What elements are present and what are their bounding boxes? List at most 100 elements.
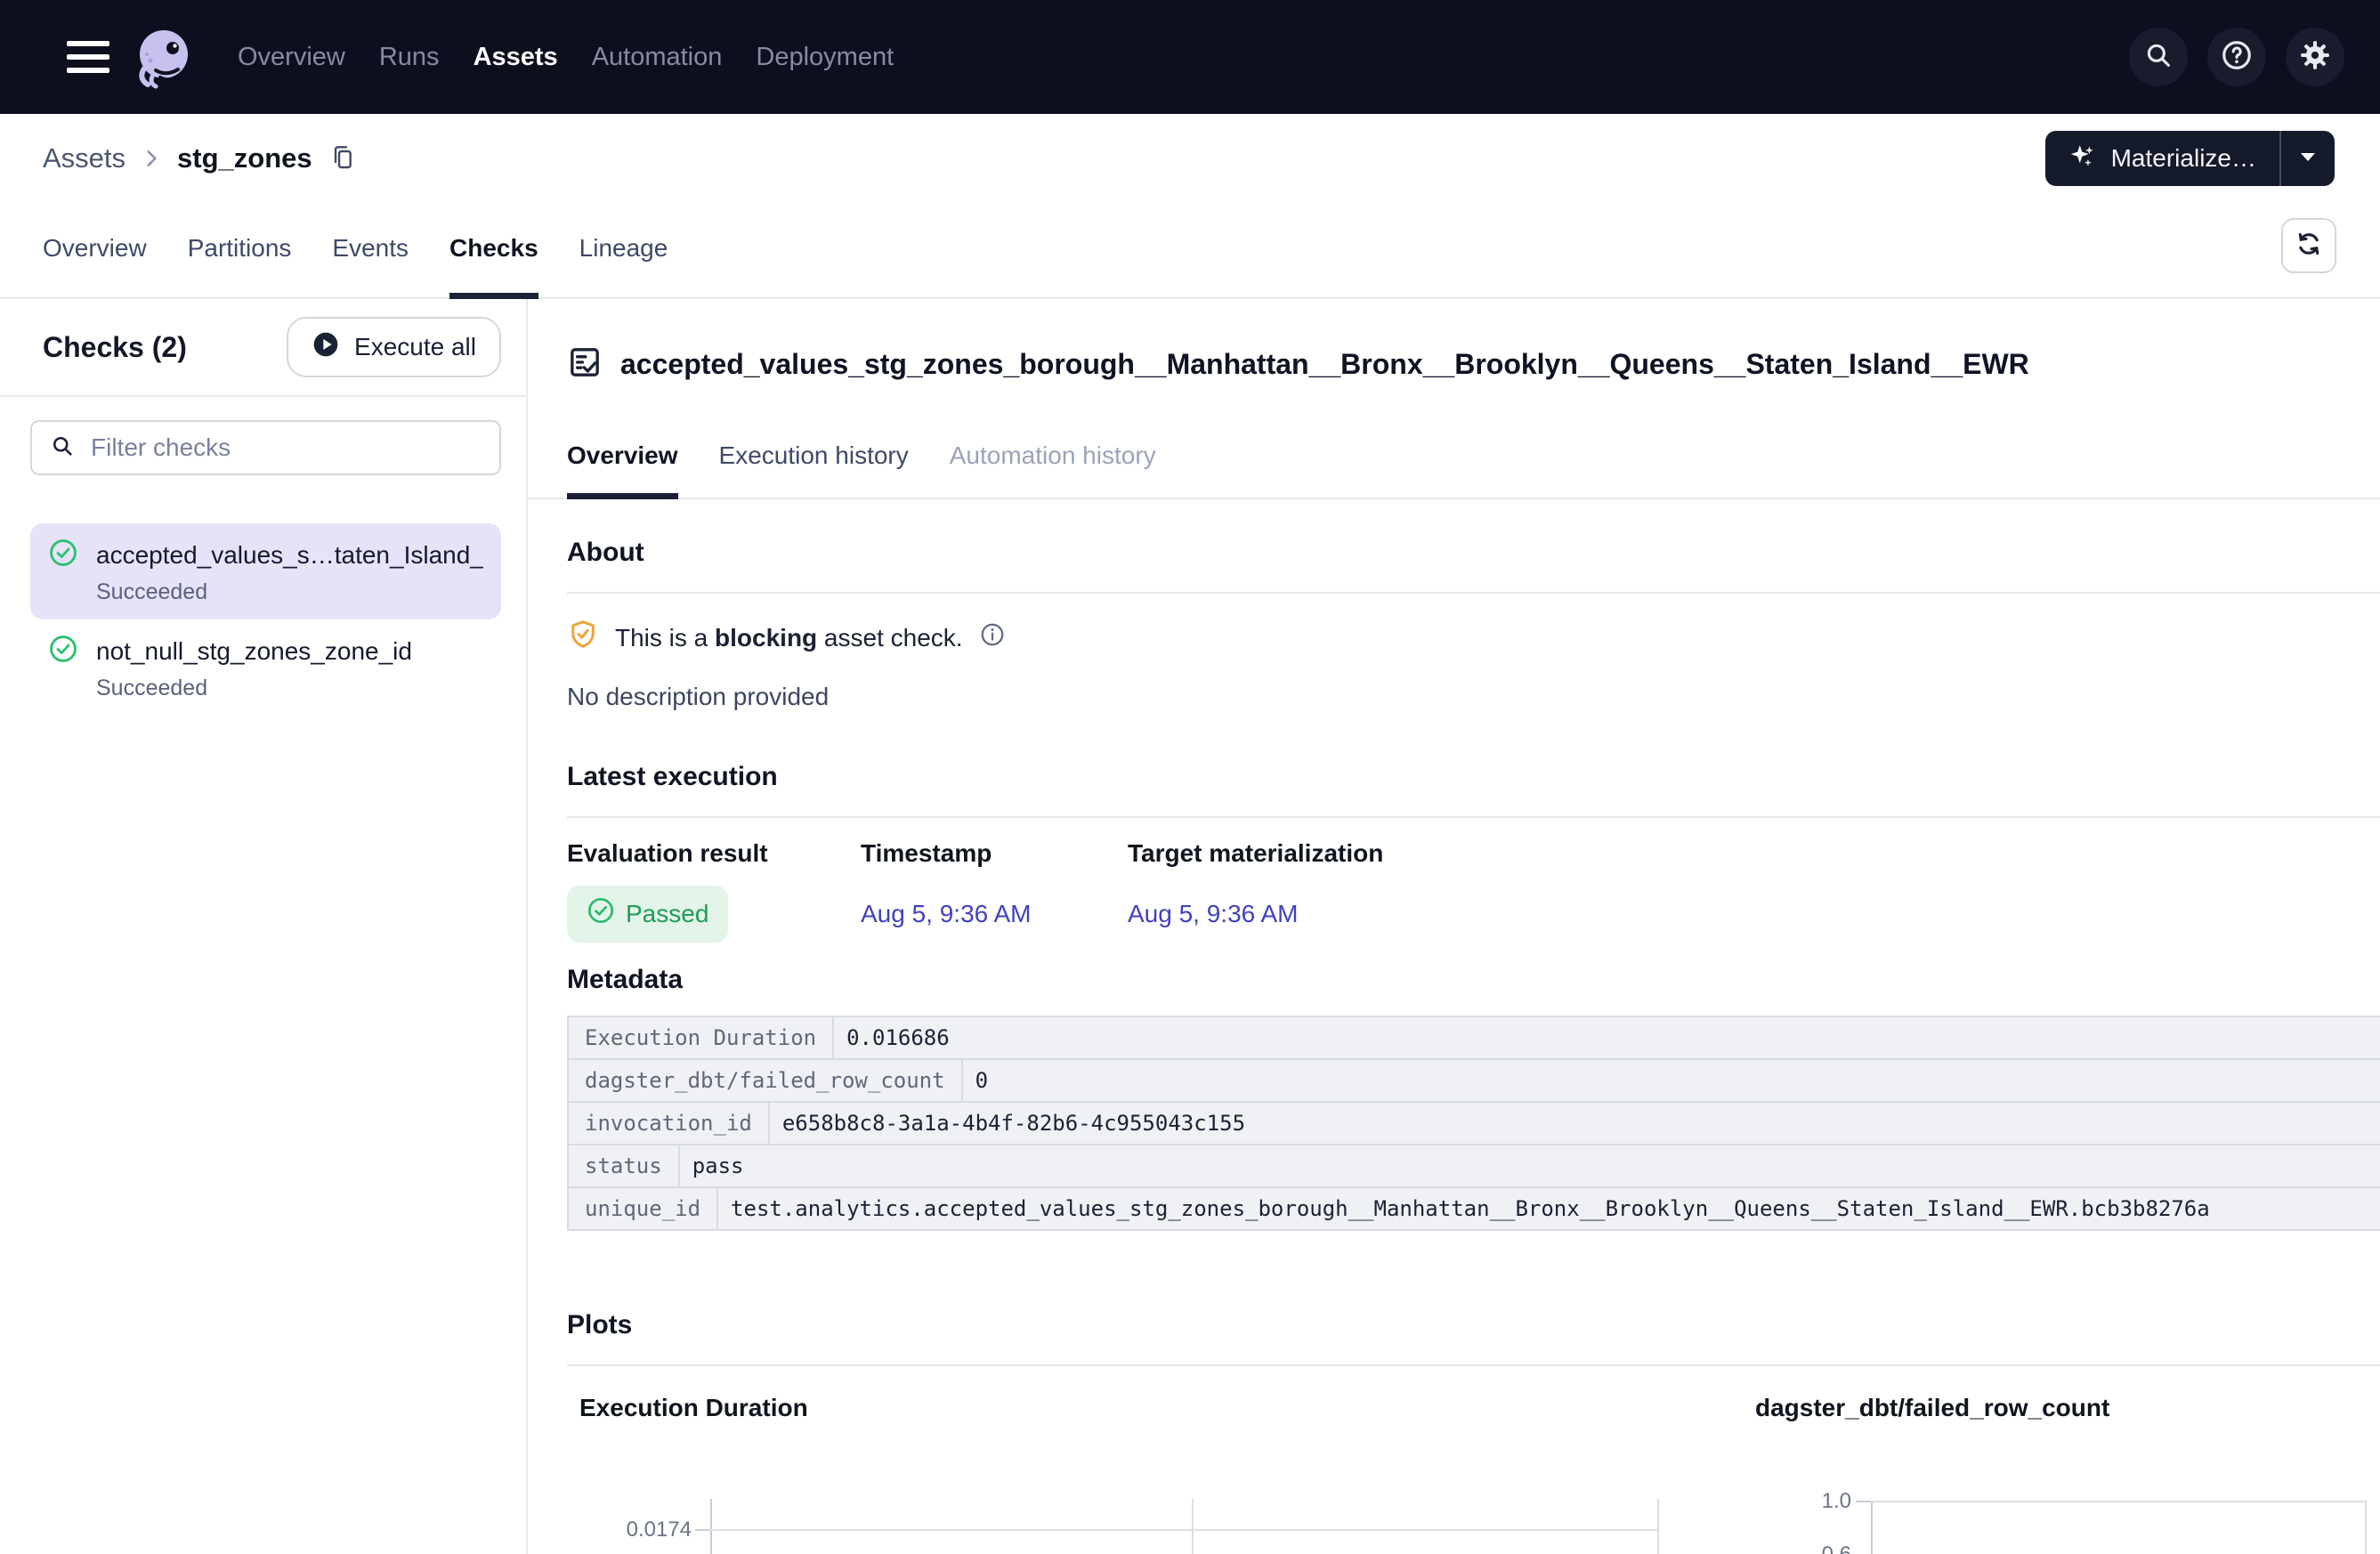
latest-execution-grid: Evaluation result Timestamp Target mater… [567, 839, 2380, 943]
asset-check-icon [567, 344, 603, 384]
chart-plot-area: 0.0174 [567, 1499, 1721, 1554]
column-header-target-materialization: Target materialization [1128, 839, 2380, 868]
target-materialization-link[interactable]: Aug 5, 9:36 AM [1128, 900, 2380, 928]
search-button[interactable] [2129, 28, 2188, 86]
materialize-button-label: Materialize… [2111, 144, 2256, 173]
refresh-button[interactable] [2281, 218, 2336, 273]
metadata-value: e658b8c8-3a1a-4b4f-82b6-4c955043c155 [770, 1103, 2380, 1144]
dagster-logo-icon[interactable] [131, 24, 197, 90]
breadcrumb-bar: Assets stg_zones [0, 114, 2380, 203]
tab-events[interactable]: Events [332, 203, 409, 299]
materialize-button[interactable]: Materialize… [2045, 131, 2279, 186]
refresh-icon [2294, 229, 2324, 263]
check-tab-overview[interactable]: Overview [567, 422, 678, 499]
content-area: Checks (2) Execute all [0, 299, 2380, 1554]
chevron-right-icon [140, 147, 163, 170]
tab-overview[interactable]: Overview [43, 203, 147, 299]
blocking-text: This is a blocking asset check. [615, 624, 963, 652]
list-item-accepted-values-check[interactable]: accepted_values_s…taten_Island_ Succeede… [30, 523, 501, 619]
checks-sidebar: Checks (2) Execute all [0, 299, 528, 1554]
latest-execution-heading: Latest execution [567, 761, 2380, 793]
y-axis-tick [695, 1529, 710, 1531]
dagster-app: Overview Runs Assets Automation Deployme… [0, 0, 2380, 1554]
gear-icon [2298, 38, 2332, 77]
metadata-value: 0 [963, 1060, 2380, 1101]
materialize-dropdown-button[interactable] [2281, 131, 2335, 186]
chart-plot-area: 1.0 0.6 [1743, 1499, 2380, 1554]
y-axis-tick-label: 1.0 [1743, 1488, 1851, 1515]
gridline [710, 1529, 1657, 1531]
help-icon [2220, 38, 2254, 77]
play-circle-icon [312, 330, 340, 365]
check-success-icon [48, 634, 78, 668]
asset-tab-bar: Overview Partitions Events Checks Lineag… [0, 203, 2380, 299]
copy-icon [328, 142, 357, 175]
list-item-not-null-check[interactable]: not_null_stg_zones_zone_id Succeeded [30, 619, 501, 716]
table-row: status pass [569, 1145, 2380, 1188]
check-success-icon [48, 538, 78, 572]
plots-heading: Plots [567, 1309, 2380, 1341]
nav-item-automation[interactable]: Automation [590, 37, 725, 77]
metadata-value: test.analytics.accepted_values_stg_zones… [718, 1188, 2380, 1229]
timestamp-link[interactable]: Aug 5, 9:36 AM [861, 900, 1128, 928]
column-header-timestamp: Timestamp [861, 839, 1128, 868]
gridline [1871, 1501, 2365, 1502]
hamburger-menu-icon[interactable] [67, 41, 109, 73]
tab-checks[interactable]: Checks [449, 203, 538, 299]
filter-checks-box [30, 420, 501, 475]
check-item-status: Succeeded [96, 579, 483, 605]
y-axis-line [710, 1499, 712, 1554]
failed-row-count-chart: dagster_dbt/failed_row_count 1.0 0.6 [1743, 1393, 2380, 1554]
checks-sidebar-body: accepted_values_s…taten_Island_ Succeede… [0, 397, 526, 716]
tab-lineage[interactable]: Lineage [579, 203, 668, 299]
metadata-value: 0.016686 [834, 1017, 2380, 1058]
check-item-status: Succeeded [96, 676, 483, 701]
section-divider [567, 1364, 2380, 1366]
help-button[interactable] [2207, 28, 2266, 86]
shield-check-icon [567, 619, 599, 657]
chart-title: Execution Duration [579, 1393, 1721, 1423]
metadata-key: status [569, 1145, 680, 1186]
check-tab-automation-history: Automation history [950, 422, 1156, 499]
passed-label: Passed [626, 900, 708, 928]
table-row: dagster_dbt/failed_row_count 0 [569, 1060, 2380, 1103]
search-icon [2143, 40, 2174, 75]
nav-item-runs[interactable]: Runs [377, 37, 441, 77]
execution-duration-chart: Execution Duration 0.0174 [567, 1393, 1721, 1554]
gridline [1192, 1499, 1194, 1554]
breadcrumb-assets-link[interactable]: Assets [43, 142, 125, 174]
metadata-key: unique_id [569, 1188, 718, 1229]
check-title-row: accepted_values_stg_zones_borough__Manha… [567, 329, 2380, 401]
checks-sidebar-header: Checks (2) Execute all [0, 299, 526, 397]
metadata-table: Execution Duration 0.016686 dagster_dbt/… [567, 1016, 2380, 1231]
check-tab-bar: Overview Execution history Automation hi… [528, 422, 2380, 499]
table-row: Execution Duration 0.016686 [569, 1017, 2380, 1060]
y-axis-tick-label: 0.6 [1743, 1542, 1851, 1554]
table-row: unique_id test.analytics.accepted_values… [569, 1188, 2380, 1231]
metadata-heading: Metadata [567, 964, 2380, 996]
about-heading: About [567, 537, 2380, 569]
info-icon[interactable] [979, 621, 1006, 654]
no-description-text: No description provided [567, 683, 2380, 711]
status-badge-passed: Passed [567, 886, 728, 943]
table-row: invocation_id e658b8c8-3a1a-4b4f-82b6-4c… [569, 1103, 2380, 1145]
metadata-key: dagster_dbt/failed_row_count [569, 1060, 963, 1101]
check-name-title: accepted_values_stg_zones_borough__Manha… [620, 348, 2029, 381]
copy-asset-name-button[interactable] [328, 142, 357, 175]
nav-item-assets[interactable]: Assets [472, 37, 560, 77]
metadata-key: invocation_id [569, 1103, 770, 1144]
execute-all-button[interactable]: Execute all [287, 317, 501, 377]
nav-item-deployment[interactable]: Deployment [754, 37, 895, 77]
settings-button[interactable] [2286, 28, 2344, 86]
sparkle-icon [2068, 142, 2099, 176]
checks-count-heading: Checks (2) [43, 331, 187, 364]
check-detail-panel: accepted_values_stg_zones_borough__Manha… [528, 299, 2380, 1554]
tab-partitions[interactable]: Partitions [188, 203, 292, 299]
check-tab-execution-history[interactable]: Execution history [719, 422, 909, 499]
search-icon [50, 433, 75, 463]
check-success-icon [587, 896, 615, 931]
caret-down-icon [2299, 150, 2317, 167]
nav-item-overview[interactable]: Overview [236, 37, 347, 77]
filter-checks-input[interactable] [89, 433, 482, 463]
page-title: stg_zones [177, 142, 312, 174]
